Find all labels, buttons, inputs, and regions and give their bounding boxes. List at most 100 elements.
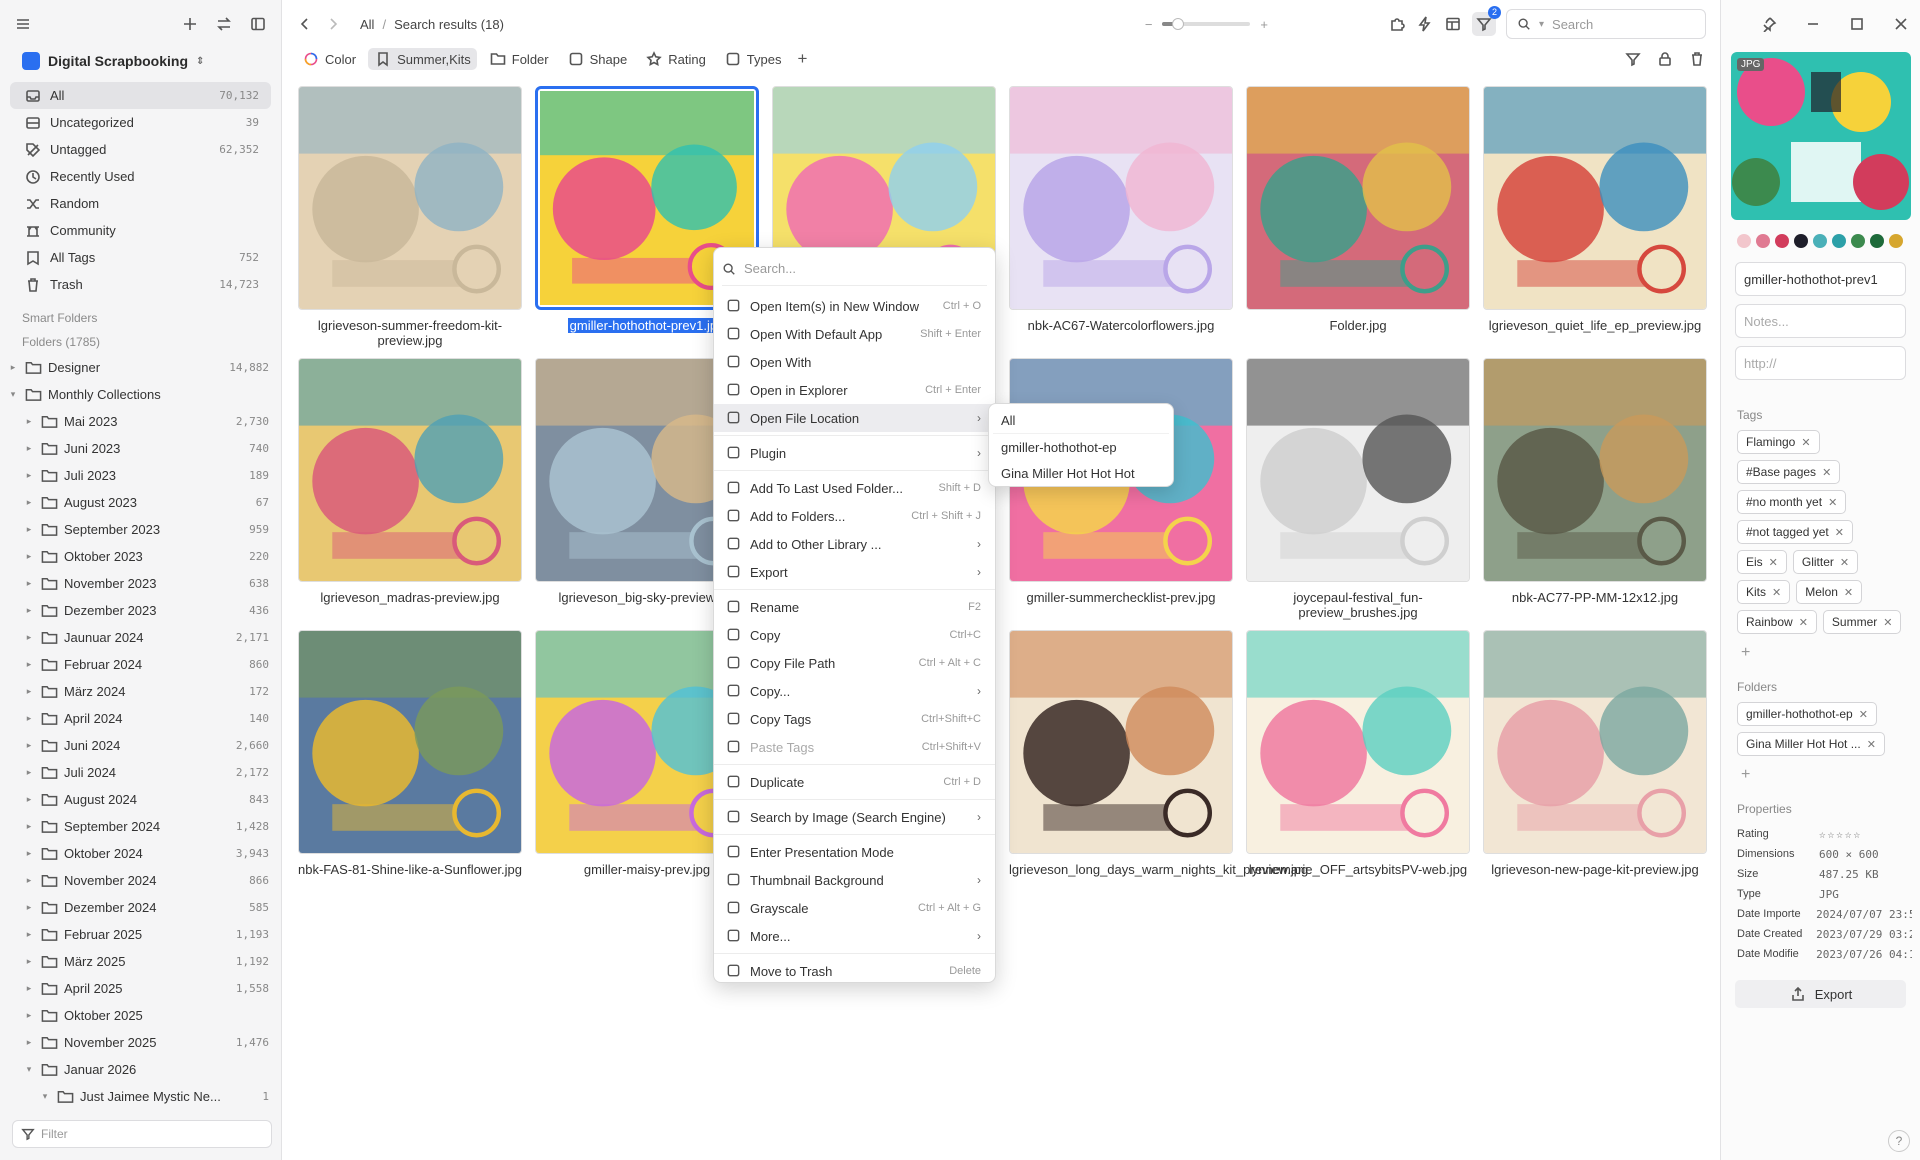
folder-tree-item[interactable]: ▸ April 2024 140 [0,705,281,732]
folder-tree-item[interactable]: ▸ Oktober 2025 [0,1002,281,1029]
rating-stars[interactable]: ☆☆☆☆☆ [1819,828,1862,841]
zoom-slider[interactable] [1162,18,1251,30]
expand-caret-icon[interactable]: ▸ [24,713,34,724]
forward-arrow-icon[interactable] [324,15,342,33]
tag-chip[interactable]: #Base pages ✕ [1737,460,1841,484]
tag-chip[interactable]: #not tagged yet ✕ [1737,520,1853,544]
url-field[interactable]: http:// [1735,346,1906,380]
context-menu-item[interactable]: More... › [714,922,995,950]
export-button[interactable]: Export [1735,980,1906,1008]
grid-thumbnail[interactable] [298,630,522,854]
expand-caret-icon[interactable]: ▸ [24,848,34,859]
expand-caret-icon[interactable]: ▸ [24,632,34,643]
grid-thumbnail[interactable] [1009,630,1233,854]
grid-item[interactable]: nbk-FAS-81-Shine-like-a-Sunflower.jpg [298,630,522,877]
library-switcher[interactable]: Digital Scrapbooking ⇕ [22,48,269,74]
context-menu-item[interactable]: Copy File Path Ctrl + Alt + C [714,649,995,677]
grid-thumbnail[interactable] [1246,86,1470,310]
expand-caret-icon[interactable]: ▸ [24,416,34,427]
folder-tree-item[interactable]: ▸ Jaunuar 2024 2,171 [0,624,281,651]
folder-tree-item[interactable]: ▸ März 2024 172 [0,678,281,705]
context-menu-item[interactable]: Open With Default App Shift + Enter [714,320,995,348]
expand-caret-icon[interactable]: ▸ [24,470,34,481]
tag-chip[interactable]: Melon ✕ [1796,580,1863,604]
help-button[interactable]: ? [1888,1130,1910,1152]
tag-chip[interactable]: Kits ✕ [1737,580,1791,604]
tag-chip[interactable]: Glitter ✕ [1792,550,1859,574]
context-menu-item[interactable]: Thumbnail Background › [714,866,995,894]
maximize-icon[interactable] [1848,15,1866,33]
context-menu-item[interactable]: Copy... › [714,677,995,705]
sidebar-item[interactable]: Community [10,217,271,244]
swap-icon[interactable] [215,15,233,33]
folder-tree-item[interactable]: ▸ November 2025 1,476 [0,1029,281,1056]
tag-chip[interactable]: #no month yet ✕ [1737,490,1847,514]
context-menu-search[interactable]: Search... [722,256,987,286]
filter-chip[interactable]: Color [296,48,362,70]
folder-tree-item[interactable]: ▸ Designer 14,882 [0,354,281,381]
submenu-item[interactable]: gmiller-hothothot-ep [993,434,1169,460]
expand-caret-icon[interactable]: ▸ [24,443,34,454]
filter-chip[interactable]: Folder [483,48,555,70]
folder-tree-item[interactable]: ▸ September 2023 959 [0,516,281,543]
color-swatch[interactable] [1832,234,1846,248]
add-icon[interactable] [181,15,199,33]
expand-caret-icon[interactable]: ▸ [24,578,34,589]
grid-item[interactable]: lgrieveson-summer-freedom-kit-preview.jp… [298,86,522,348]
grid-item[interactable]: nbk-AC67-Watercolorflowers.jpg [1009,86,1233,333]
grid-item[interactable]: joycepaul-festival_fun-preview_brushes.j… [1246,358,1470,620]
filter-funnel-icon[interactable]: 2 [1472,6,1501,36]
tag-chip[interactable]: Summer ✕ [1822,610,1902,634]
grid-thumbnail[interactable] [1246,358,1470,582]
expand-caret-icon[interactable]: ▸ [24,524,34,535]
context-menu-item[interactable]: Open Item(s) in New Window Ctrl + O [714,292,995,320]
color-swatch[interactable] [1794,234,1808,248]
remove-tag-icon[interactable]: ✕ [1835,526,1844,539]
color-swatch[interactable] [1851,234,1865,248]
filter-chip[interactable]: Summer,Kits [368,48,477,70]
expand-caret-icon[interactable]: ▸ [24,740,34,751]
context-menu-item[interactable]: Plugin › [714,439,995,467]
sidebar-item[interactable]: All Tags 752 [10,244,271,271]
grid-item[interactable]: nbk-AC77-PP-MM-12x12.jpg [1483,358,1707,605]
zoom-in-icon[interactable]: + [1260,17,1268,32]
folder-tree-item[interactable]: ▸ Oktober 2023 220 [0,543,281,570]
submenu-item[interactable]: Gina Miller Hot Hot Hot [993,460,1169,486]
layout-icon[interactable] [1444,15,1462,33]
close-icon[interactable] [1892,15,1910,33]
remove-tag-icon[interactable]: ✕ [1799,616,1808,629]
preview-image[interactable]: JPG [1731,52,1911,220]
expand-caret-icon[interactable]: ▸ [24,821,34,832]
folder-chip[interactable]: Gina Miller Hot Hot ... ✕ [1737,732,1885,756]
context-menu-item[interactable]: Open in Explorer Ctrl + Enter [714,376,995,404]
grid-item[interactable]: lgrieveson-new-page-kit-preview.jpg [1483,630,1707,877]
context-menu-item[interactable]: Open With [714,348,995,376]
remove-tag-icon[interactable]: ✕ [1772,586,1781,599]
folder-tree-item[interactable]: ▸ Juni 2024 2,660 [0,732,281,759]
name-field[interactable]: gmiller-hothothot-prev1 [1735,262,1906,296]
notes-field[interactable]: Notes... [1735,304,1906,338]
remove-tag-icon[interactable]: ✕ [1840,556,1849,569]
remove-tag-icon[interactable]: ✕ [1822,466,1831,479]
expand-caret-icon[interactable]: ▸ [24,875,34,886]
remove-tag-icon[interactable]: ✕ [1883,616,1892,629]
expand-caret-icon[interactable]: ▸ [24,497,34,508]
lightning-icon[interactable] [1416,15,1434,33]
expand-caret-icon[interactable]: ▾ [8,389,18,400]
expand-caret-icon[interactable]: ▸ [24,767,34,778]
filter-chip[interactable]: Types [718,48,788,70]
sidebar-item[interactable]: Trash 14,723 [10,271,271,298]
grid-thumbnail[interactable] [1483,358,1707,582]
expand-caret-icon[interactable]: ▸ [24,929,34,940]
folder-tree-item[interactable]: ▸ Mai 2023 2,730 [0,408,281,435]
context-menu-item[interactable]: Copy Tags Ctrl+Shift+C [714,705,995,733]
folder-tree-item[interactable]: ▸ August 2023 67 [0,489,281,516]
grid-thumbnail[interactable] [1483,630,1707,854]
folder-tree-item[interactable]: ▾ Januar 2026 [0,1056,281,1083]
filter-chip[interactable]: Shape [561,48,634,70]
expand-caret-icon[interactable]: ▸ [24,902,34,913]
tag-chip[interactable]: Flamingo ✕ [1737,430,1820,454]
context-menu-item[interactable]: Move to Trash Delete [714,957,995,985]
color-swatch[interactable] [1775,234,1789,248]
zoom-slider-knob[interactable] [1172,18,1185,30]
